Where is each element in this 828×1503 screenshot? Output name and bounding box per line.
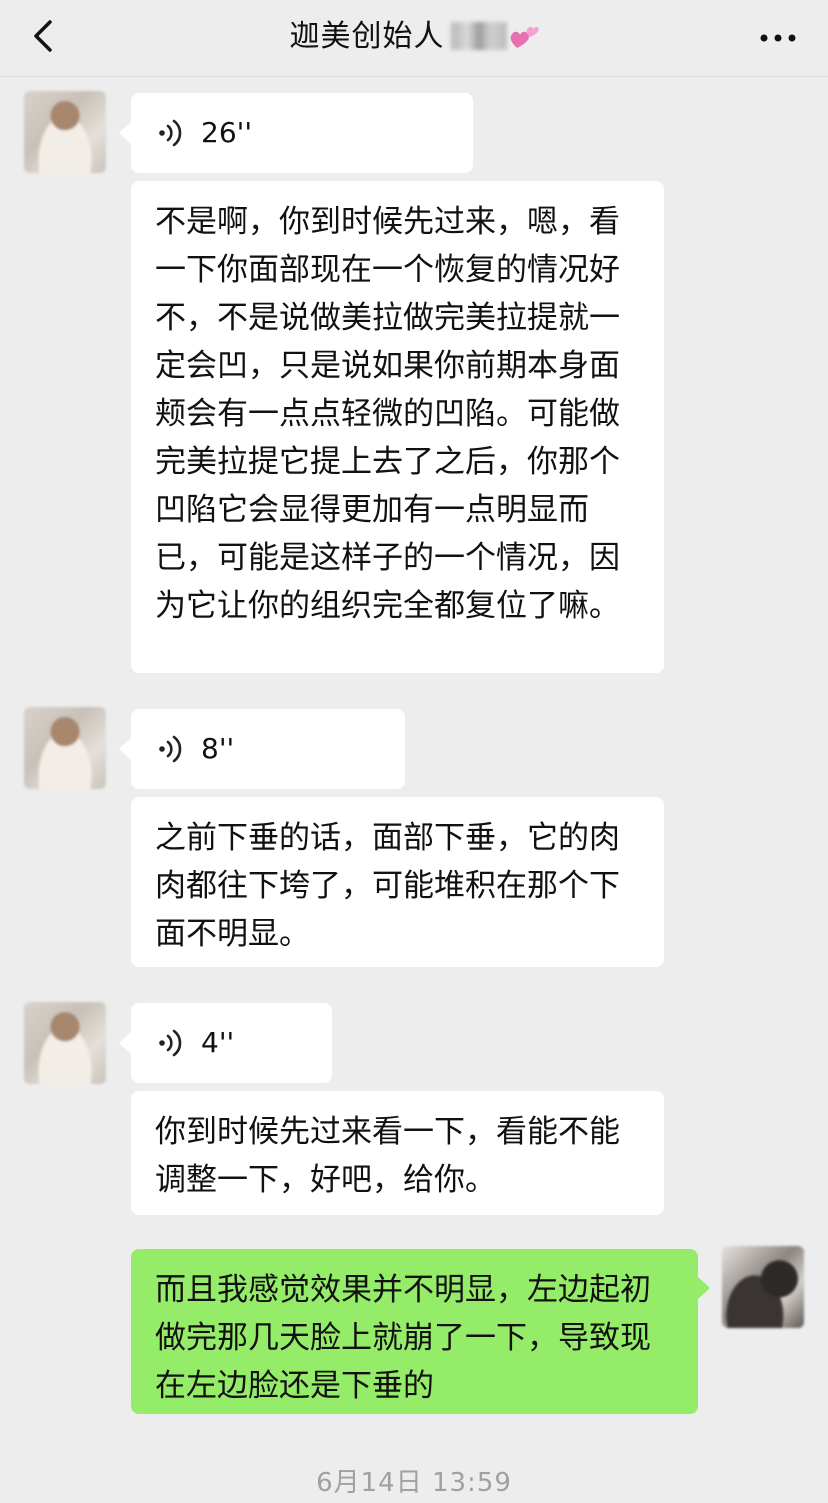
contact-avatar[interactable] (24, 707, 106, 789)
voice-duration: 8'' (201, 732, 235, 765)
redacted-name (450, 22, 507, 50)
hearts-emoji-icon (509, 21, 539, 48)
voice-wave-icon (159, 735, 182, 763)
chat-title-text: 迦美创始人 (289, 19, 445, 54)
my-avatar[interactable] (722, 1246, 804, 1328)
text-message[interactable]: 不是啊，你到时候先过来，嗯，看一下你面部现在一个恢复的情况好不，不是说做美拉做完… (131, 181, 664, 673)
more-dots-icon[interactable] (758, 24, 798, 52)
voice-wave-icon (159, 1029, 182, 1057)
chat-header: 迦美创始人 (0, 0, 828, 77)
voice-duration: 26'' (201, 116, 253, 149)
outgoing-text-message[interactable]: 而且我感觉效果并不明显，左边起初做完那几天脸上就崩了一下，导致现在左边脸还是下垂… (131, 1249, 710, 1414)
message-timestamp: 6月14日 13:59 (316, 1468, 512, 1498)
text-message[interactable]: 你到时候先过来看一下，看能不能调整一下，好吧，给你。 (131, 1091, 664, 1215)
contact-avatar[interactable] (24, 1002, 106, 1084)
message-text: 你到时候先过来看一下，看能不能调整一下，好吧，给你。 (155, 1114, 620, 1198)
chat-title: 迦美创始人 (0, 17, 828, 57)
voice-message[interactable]: 4'' (119, 1003, 332, 1083)
voice-wave-icon (159, 119, 182, 147)
message-text: 之前下垂的话，面部下垂，它的肉肉都往下垮了，可能堆积在那个下面不明显。 (155, 820, 620, 952)
text-message[interactable]: 之前下垂的话，面部下垂，它的肉肉都往下垮了，可能堆积在那个下面不明显。 (131, 797, 664, 967)
voice-message[interactable]: 8'' (119, 709, 405, 789)
message-text: 而且我感觉效果并不明显，左边起初做完那几天脸上就崩了一下，导致现在左边脸还是下垂… (155, 1272, 651, 1404)
message-text: 不是啊，你到时候先过来，嗯，看一下你面部现在一个恢复的情况好不，不是说做美拉做完… (155, 204, 620, 624)
voice-duration: 4'' (201, 1026, 235, 1059)
contact-avatar[interactable] (24, 91, 106, 173)
voice-message[interactable]: 26'' (119, 93, 473, 173)
